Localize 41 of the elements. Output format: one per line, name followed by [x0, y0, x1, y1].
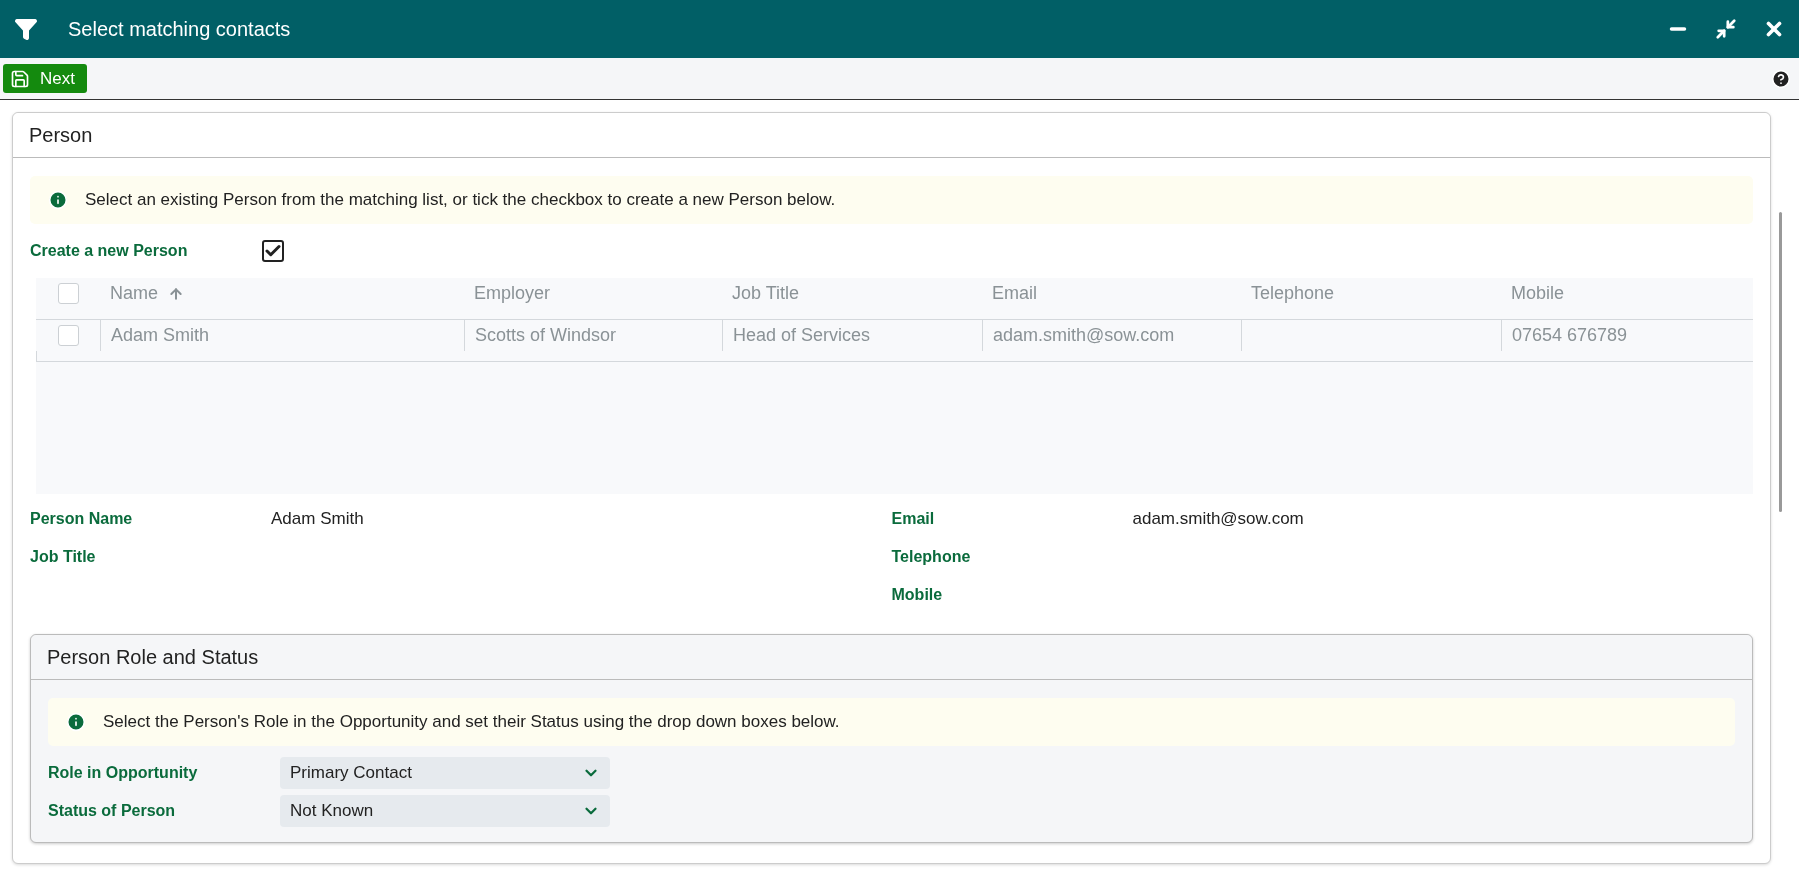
field-value: adam.smith@sow.com — [1132, 509, 1304, 529]
field-label: Create a new Person — [30, 242, 189, 260]
column-header[interactable]: Employer — [464, 278, 722, 309]
info-icon — [48, 190, 68, 210]
sort-ascending-icon — [168, 285, 184, 302]
scrollbar[interactable] — [1779, 212, 1782, 512]
field-label: Telephone — [891, 548, 972, 566]
table-row[interactable]: Adam Smith Scotts of Windsor Head of Services adam.smith@sow.com 07654 676789 — [36, 319, 1753, 362]
column-header[interactable]: Mobile — [1501, 278, 1753, 309]
column-header[interactable]: Telephone — [1241, 278, 1501, 309]
panel-title: Person — [29, 123, 93, 147]
field-label: Email — [891, 510, 936, 528]
dropdown[interactable]: Not Known — [280, 795, 610, 827]
panel-title: Person Role and Status — [47, 645, 259, 669]
field-label: Mobile — [891, 586, 944, 604]
save-icon — [10, 68, 30, 89]
create-checkbox[interactable] — [262, 240, 284, 262]
field-label: Person Name — [30, 510, 134, 528]
column-header[interactable]: Name — [100, 278, 464, 309]
row-checkbox[interactable] — [57, 325, 79, 346]
next-button[interactable]: Next — [3, 64, 87, 93]
field-value: Adam Smith — [271, 509, 364, 529]
info-text: Select the Person's Role in the Opportunity and set their Status using the drop down boxes below. — [103, 712, 840, 732]
dropdown[interactable]: Primary Contact — [280, 757, 610, 789]
select-all-checkbox[interactable] — [57, 283, 79, 304]
window-title: Select matching contacts — [68, 17, 292, 41]
column-header[interactable]: Job Title — [722, 278, 982, 309]
info-text: Select an existing Person from the matching list, or tick the checkbox to create a new Person below. — [85, 190, 836, 210]
table-cell: Scotts of Windsor — [464, 320, 722, 351]
table-cell: adam.smith@sow.com — [982, 320, 1241, 351]
info-icon — [66, 712, 86, 732]
column-header[interactable]: Email — [982, 278, 1241, 309]
table-cell: Adam Smith — [100, 320, 464, 351]
table-cell: 07654 676789 — [1501, 320, 1753, 351]
help-icon[interactable] — [1771, 68, 1791, 89]
restore-icon[interactable] — [1715, 18, 1737, 40]
table-cell: Head of Services — [722, 320, 982, 351]
field-label: Job Title — [30, 548, 97, 566]
filter-icon — [14, 17, 38, 41]
field-label: Status of Person — [48, 802, 177, 820]
field-label: Role in Opportunity — [48, 764, 199, 782]
